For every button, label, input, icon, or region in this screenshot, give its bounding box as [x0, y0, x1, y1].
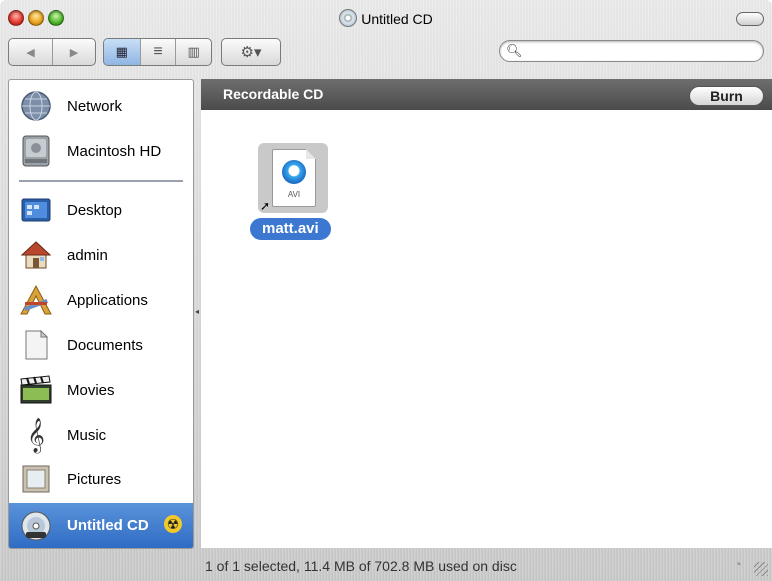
- sidebar: Network Macintosh HD Desktop admin Appli…: [8, 79, 194, 549]
- forward-arrow-icon: ▶: [69, 46, 79, 59]
- sidebar-item-pictures[interactable]: Pictures: [9, 458, 193, 500]
- desktop-folder-icon: [19, 193, 53, 227]
- sidebar-item-label: Music: [67, 426, 107, 444]
- disc-header-bar: Recordable CD Burn: [201, 80, 772, 110]
- sidebar-splitter[interactable]: ◂: [193, 79, 201, 547]
- toolbar-toggle-button[interactable]: [736, 12, 764, 26]
- action-menu-group: ⚙▾: [221, 38, 281, 66]
- file-icon-selection: AVI ➚: [258, 143, 328, 213]
- sidebar-item-documents[interactable]: Documents: [9, 324, 193, 366]
- clapperboard-icon: [19, 373, 53, 407]
- documents-icon: [19, 328, 53, 362]
- search-icon: 🔍︎: [506, 43, 523, 58]
- sidebar-item-applications[interactable]: Applications: [9, 279, 193, 321]
- sidebar-item-music[interactable]: 𝄞 Music: [9, 414, 193, 456]
- column-view-icon: ▥: [187, 44, 200, 59]
- applications-icon: [19, 283, 53, 317]
- action-menu-button[interactable]: ⚙▾: [222, 39, 280, 65]
- forward-button[interactable]: ▶: [53, 39, 95, 65]
- icon-view-icon: ▦: [115, 44, 128, 59]
- sidebar-item-label: Untitled CD: [67, 517, 149, 534]
- window-title: Untitled CD: [361, 11, 433, 27]
- search-field[interactable]: 🔍︎: [499, 40, 764, 62]
- finder-window: Untitled CD ◀ ▶ ▦ ≡ ▥ ⚙▾ 🔍︎ Network Maci: [0, 0, 772, 581]
- search-input[interactable]: [522, 43, 756, 59]
- back-arrow-icon: ◀: [26, 46, 35, 59]
- list-view-button[interactable]: ≡: [141, 39, 177, 65]
- back-forward-group: ◀ ▶: [8, 38, 96, 66]
- hard-drive-icon: [19, 134, 53, 168]
- icon-view-button[interactable]: ▦: [104, 39, 141, 65]
- disc-header-title: Recordable CD: [223, 86, 324, 102]
- sidebar-item-desktop[interactable]: Desktop: [9, 189, 193, 231]
- sidebar-item-label: Pictures: [67, 470, 122, 488]
- back-button[interactable]: ◀: [9, 39, 53, 65]
- quicktime-logo-icon: [282, 160, 306, 184]
- sidebar-item-macintosh-hd[interactable]: Macintosh HD: [9, 130, 193, 172]
- cd-icon: [19, 509, 53, 543]
- sidebar-item-label: Network: [67, 97, 123, 115]
- status-bar: 1 of 1 selected, 11.4 MB of 702.8 MB use…: [0, 551, 772, 581]
- sidebar-item-label: Documents: [67, 336, 143, 354]
- cd-icon: [339, 9, 358, 27]
- page-fold-icon: [306, 149, 316, 159]
- sidebar-item-label: Desktop: [67, 201, 123, 219]
- burn-button[interactable]: Burn: [689, 86, 764, 106]
- home-icon: [19, 238, 53, 272]
- quicktime-movie-icon: AVI: [272, 149, 316, 207]
- sidebar-item-admin[interactable]: admin: [9, 234, 193, 276]
- network-globe-icon: [19, 89, 53, 123]
- sidebar-divider: [19, 180, 183, 182]
- sidebar-item-label: Applications: [67, 291, 148, 309]
- content-pane: Recordable CD Burn AVI ➚ matt.avi: [201, 79, 772, 548]
- title-bar[interactable]: Untitled CD: [0, 0, 772, 34]
- gear-icon: ⚙▾: [240, 44, 262, 61]
- view-mode-group: ▦ ≡ ▥: [103, 38, 212, 66]
- status-text: 1 of 1 selected, 11.4 MB of 702.8 MB use…: [205, 558, 517, 574]
- list-view-icon: ≡: [153, 43, 163, 60]
- sidebar-item-movies[interactable]: Movies: [9, 369, 193, 411]
- file-name-label[interactable]: matt.avi: [250, 218, 331, 240]
- sidebar-item-label: Macintosh HD: [67, 142, 162, 160]
- resize-grip-icon[interactable]: [754, 562, 768, 576]
- treble-clef-icon: 𝄞: [27, 417, 45, 453]
- splitter-handle-icon: ◂: [195, 307, 200, 316]
- alias-arrow-icon: ➚: [260, 199, 271, 213]
- sidebar-item-untitled-cd[interactable]: Untitled CD ☢: [9, 503, 193, 548]
- file-type-label: AVI: [287, 190, 301, 199]
- window-title-area: Untitled CD: [0, 9, 772, 27]
- sidebar-item-label: admin: [67, 246, 108, 264]
- sidebar-item-network[interactable]: Network: [9, 85, 193, 127]
- column-view-button[interactable]: ▥: [176, 39, 211, 65]
- burn-radiation-icon[interactable]: ☢: [164, 515, 182, 533]
- picture-frame-icon: [19, 462, 53, 496]
- progress-spinner-icon: ◔: [733, 556, 742, 572]
- sidebar-item-label: Movies: [67, 381, 115, 399]
